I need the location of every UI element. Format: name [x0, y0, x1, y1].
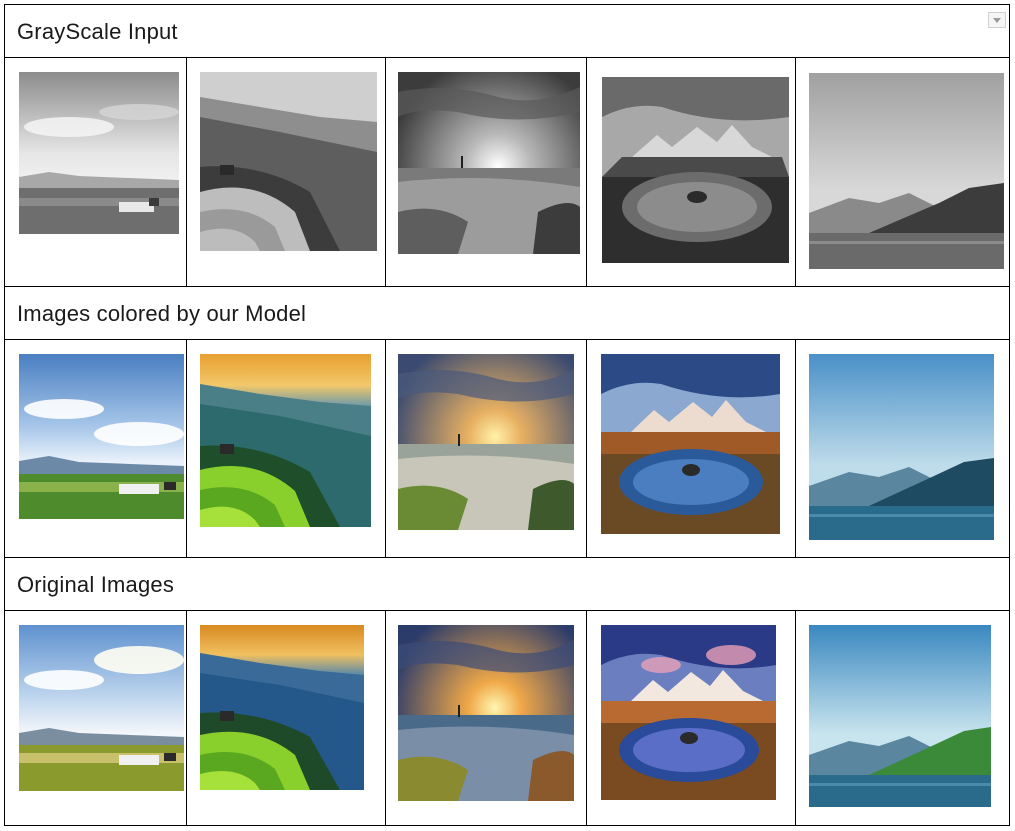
image-row-grayscale — [5, 58, 1010, 287]
mountain-pond-original-image — [601, 625, 776, 800]
comparison-table: GrayScale Input Images colored by our Mo… — [4, 4, 1010, 826]
image-cell — [5, 340, 187, 557]
mountain-pond-colored-image — [601, 354, 780, 534]
image-cell — [386, 611, 587, 825]
section-header-original: Original Images — [5, 558, 1010, 611]
image-cell — [587, 611, 796, 825]
image-row-colored — [5, 340, 1010, 558]
mountain-pond-grayscale-image — [602, 77, 789, 263]
image-cell — [587, 58, 796, 286]
image-cell — [187, 340, 386, 557]
image-cell — [796, 58, 1010, 286]
section-title: GrayScale Input — [17, 19, 178, 44]
mountain-lake-original-image — [809, 625, 991, 807]
image-cell — [5, 611, 187, 825]
mountain-lake-grayscale-image — [809, 73, 1004, 269]
sunset-sea-rocks-colored-image — [398, 354, 574, 530]
sunset-sea-rocks-grayscale-image — [398, 72, 580, 254]
image-row-original — [5, 611, 1010, 826]
field-landscape-original-image — [19, 625, 184, 791]
image-cell — [587, 340, 796, 557]
mountain-lake-colored-image — [809, 354, 994, 540]
dropdown-toggle-icon[interactable] — [988, 12, 1006, 28]
image-cell — [796, 611, 1010, 825]
field-landscape-colored-image — [19, 354, 184, 519]
rice-terraces-colored-image — [200, 354, 371, 527]
section-title: Images colored by our Model — [17, 301, 307, 326]
image-cell — [187, 611, 386, 825]
image-cell — [187, 58, 386, 286]
image-cell — [5, 58, 187, 286]
section-header-grayscale: GrayScale Input — [5, 5, 1010, 58]
image-cell — [386, 58, 587, 286]
image-cell — [796, 340, 1010, 557]
section-title: Original Images — [17, 572, 175, 597]
rice-terraces-grayscale-image — [200, 72, 377, 251]
section-header-colored: Images colored by our Model — [5, 287, 1010, 340]
image-cell — [386, 340, 587, 557]
sunset-sea-rocks-original-image — [398, 625, 574, 801]
field-landscape-grayscale-image — [19, 72, 179, 234]
rice-terraces-original-image — [200, 625, 364, 790]
